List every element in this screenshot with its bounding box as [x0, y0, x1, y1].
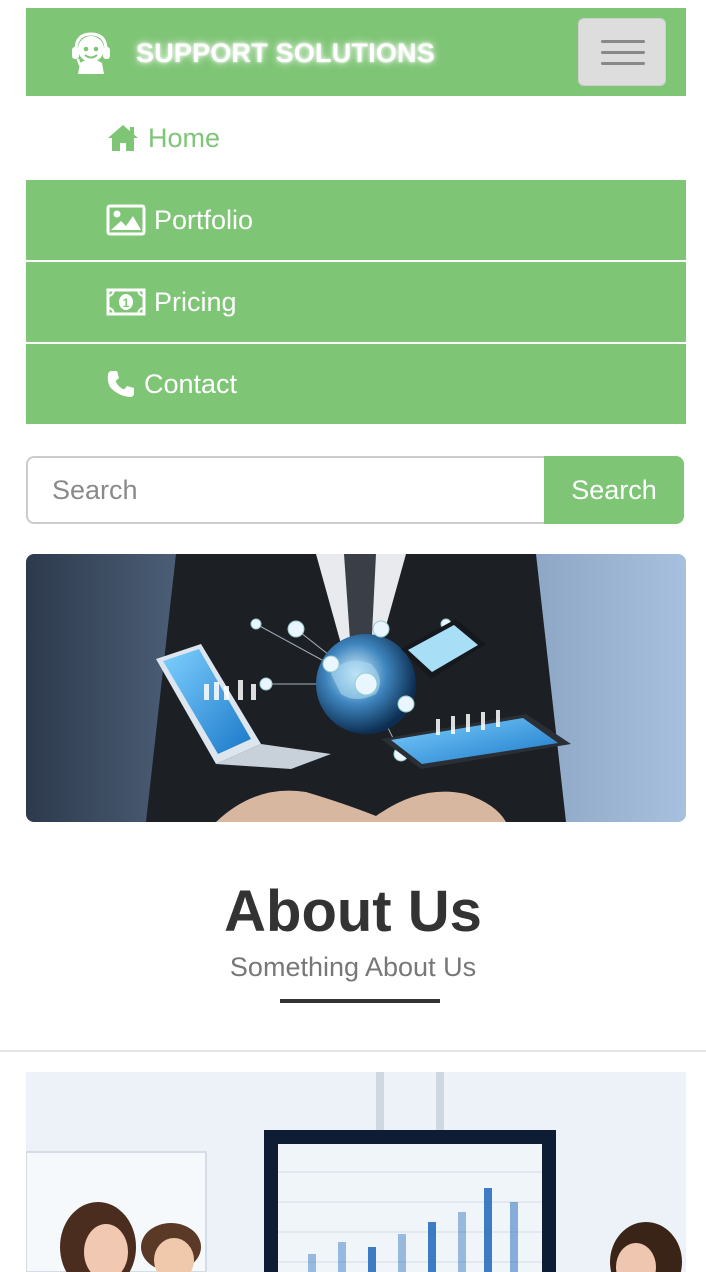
- search-bar: Search: [26, 456, 684, 524]
- image-icon: [106, 204, 146, 236]
- nav-item-portfolio[interactable]: Portfolio: [26, 180, 686, 260]
- svg-text:1: 1: [123, 296, 130, 310]
- phone-icon: [106, 369, 136, 399]
- brand[interactable]: SUPPORT SOLUTIONS: [68, 30, 435, 76]
- about-title: About Us: [224, 879, 482, 944]
- nav-item-contact[interactable]: Contact: [26, 344, 686, 424]
- search-input[interactable]: [26, 456, 544, 524]
- navbar: SUPPORT SOLUTIONS: [26, 8, 686, 96]
- title-underline: [280, 999, 440, 1003]
- nav-item-home[interactable]: Home: [26, 98, 686, 178]
- nav-item-label: Portfolio: [154, 204, 254, 235]
- section-divider: [0, 1050, 706, 1052]
- nav-item-label: Contact: [144, 368, 238, 399]
- brand-title: SUPPORT SOLUTIONS: [136, 37, 435, 68]
- menu-toggle-button[interactable]: [578, 18, 666, 86]
- nav-item-pricing[interactable]: 1 Pricing: [26, 262, 686, 342]
- hamburger-menu-icon-bar: [601, 62, 645, 65]
- hero-banner-image: [26, 554, 686, 822]
- money-icon: 1: [106, 288, 146, 316]
- nav-item-label: Home: [148, 122, 221, 153]
- home-icon: [106, 123, 140, 153]
- office-meeting-image: [26, 1072, 686, 1272]
- nav-item-label: Pricing: [154, 286, 237, 317]
- hamburger-menu-icon-bar: [601, 40, 645, 43]
- headset-support-icon: [72, 32, 110, 74]
- about-subtitle: Something About Us: [229, 952, 477, 982]
- hamburger-menu-icon-bar: [601, 51, 645, 54]
- search-button[interactable]: Search: [544, 456, 684, 524]
